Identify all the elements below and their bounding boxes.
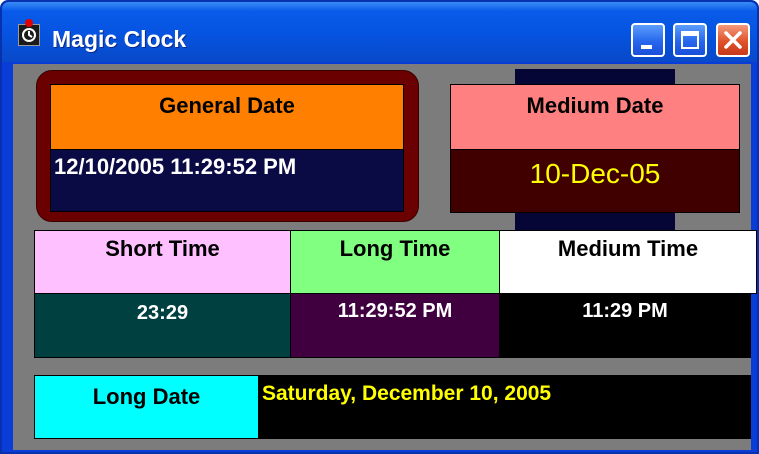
close-icon	[724, 31, 742, 49]
maximize-icon	[681, 31, 699, 49]
general-date-value: 12/10/2005 11:29:52 PM	[50, 149, 404, 212]
long-time-value: 11:29:52 PM	[290, 293, 500, 358]
window-title: Magic Clock	[52, 26, 187, 52]
clock-panel: General Date 12/10/2005 11:29:52 PM Medi…	[13, 64, 757, 450]
medium-date-value: 10-Dec-05	[450, 149, 740, 213]
short-time-value: 23:29	[34, 293, 291, 358]
magic-clock-window: Magic Clock General Date 12/10/2005 11:2…	[0, 0, 759, 454]
general-date-label: General Date	[50, 84, 404, 150]
minimize-button[interactable]	[631, 23, 665, 57]
title-bar[interactable]: Magic Clock	[2, 2, 757, 62]
long-date-label: Long Date	[34, 375, 259, 439]
long-time-label: Long Time	[290, 230, 500, 294]
long-date-value: Saturday, December 10, 2005	[258, 375, 751, 439]
medium-time-label: Medium Time	[499, 230, 757, 294]
clock-app-icon[interactable]	[18, 19, 40, 46]
maximize-button[interactable]	[673, 23, 707, 57]
minimize-icon	[641, 45, 652, 49]
short-time-label: Short Time	[34, 230, 291, 294]
close-button[interactable]	[716, 23, 750, 57]
medium-date-label: Medium Date	[450, 84, 740, 150]
medium-time-value: 11:29 PM	[499, 293, 751, 358]
